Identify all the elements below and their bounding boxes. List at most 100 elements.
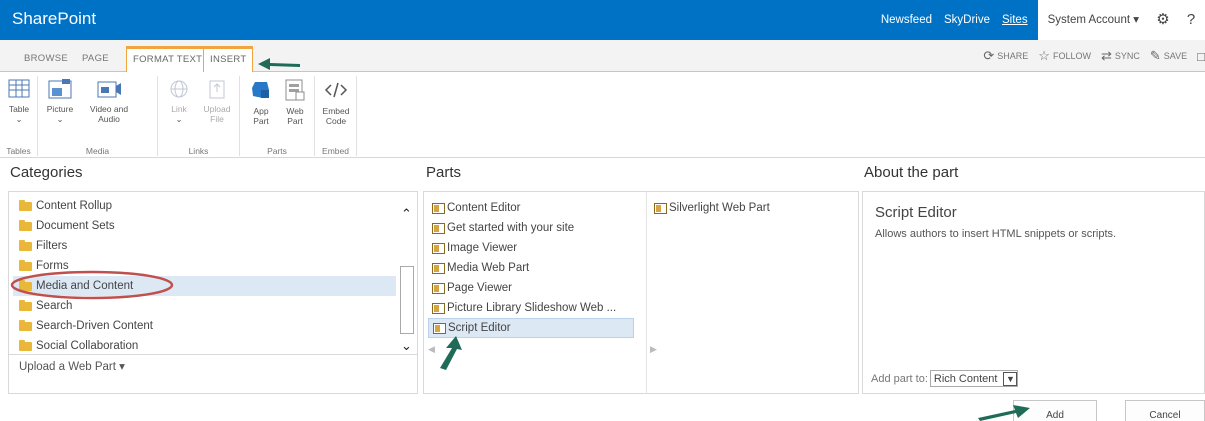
web-part-icon bbox=[654, 202, 667, 214]
add-part-to: Add part to: Rich Content ▼ bbox=[871, 370, 1019, 387]
part-item[interactable]: Picture Library Slideshow Web ... bbox=[428, 298, 634, 318]
app-part-icon bbox=[252, 82, 269, 98]
part-item[interactable]: Media Web Part bbox=[428, 258, 634, 278]
category-item[interactable]: Content Rollup bbox=[13, 196, 396, 216]
group-label-parts: Parts bbox=[267, 146, 287, 156]
part-label: Picture Library Slideshow Web ... bbox=[447, 302, 617, 314]
tab-page[interactable]: PAGE bbox=[76, 48, 115, 72]
star-icon: ☆ bbox=[1038, 48, 1050, 63]
column-divider bbox=[646, 192, 647, 393]
gear-icon[interactable]: ⚙ bbox=[1149, 0, 1177, 40]
account-menu[interactable]: System Account ▾ bbox=[1037, 0, 1149, 40]
folder-icon bbox=[19, 279, 32, 291]
group-label-tables: Tables bbox=[6, 146, 31, 156]
picture-label: Picture bbox=[46, 104, 74, 114]
web-part-icon bbox=[432, 222, 445, 234]
share-action[interactable]: ⟳ SHARE bbox=[983, 48, 1028, 64]
add-part-to-value: Rich Content bbox=[933, 372, 998, 385]
ribbon-group-tables: Table ⌄ Tables bbox=[0, 76, 38, 156]
chevron-down-icon[interactable]: ▼ bbox=[1003, 371, 1018, 386]
add-part-to-select[interactable]: Rich Content ▼ bbox=[929, 370, 1019, 387]
sites-link[interactable]: Sites bbox=[996, 0, 1034, 40]
tab-browse[interactable]: BROWSE bbox=[18, 48, 74, 72]
categories-list: Content Rollup Document Sets Filters For… bbox=[13, 196, 396, 356]
chevron-down-icon[interactable]: ⌄ bbox=[401, 338, 412, 354]
table-icon bbox=[8, 79, 30, 98]
category-item[interactable]: Social Collaboration bbox=[13, 336, 396, 356]
folder-icon bbox=[19, 319, 32, 331]
category-item[interactable]: Forms bbox=[13, 256, 396, 276]
part-item[interactable]: Content Editor bbox=[428, 198, 634, 218]
ribbon-group-embed: Embed Code Embed bbox=[315, 76, 357, 156]
save-action[interactable]: ✎ SAVE bbox=[1150, 48, 1187, 64]
category-item-selected[interactable]: Media and Content bbox=[13, 276, 396, 296]
chevron-up-icon[interactable]: ⌃ bbox=[401, 206, 412, 222]
upload-label: Upload File bbox=[203, 104, 231, 124]
categories-header: Categories bbox=[10, 164, 83, 181]
web-part-label: Web Part bbox=[286, 106, 304, 126]
part-description: Allows authors to insert HTML snippets o… bbox=[875, 228, 1117, 240]
follow-action[interactable]: ☆ FOLLOW bbox=[1038, 48, 1091, 64]
scrollbar-thumb[interactable] bbox=[400, 266, 414, 334]
part-item[interactable]: Page Viewer bbox=[428, 278, 634, 298]
scroll-left-icon[interactable]: ◀ bbox=[428, 344, 435, 355]
part-label: Page Viewer bbox=[447, 282, 512, 294]
share-icon: ⟳ bbox=[983, 48, 995, 63]
about-header: About the part bbox=[864, 164, 959, 181]
app-part-button[interactable]: App Part bbox=[246, 78, 276, 126]
group-label-embed: Embed bbox=[322, 146, 349, 156]
video-audio-button[interactable]: Video and Audio bbox=[84, 78, 134, 124]
parts-header: Parts bbox=[426, 164, 462, 181]
picture-button[interactable]: Picture ⌄ bbox=[42, 78, 78, 124]
web-part-icon bbox=[432, 302, 445, 314]
category-item[interactable]: Search-Driven Content bbox=[13, 316, 396, 336]
table-button[interactable]: Table ⌄ bbox=[4, 78, 34, 124]
sync-action[interactable]: ⇄ SYNC bbox=[1101, 48, 1140, 64]
part-item[interactable]: Silverlight Web Part bbox=[650, 198, 850, 218]
web-part-icon bbox=[432, 282, 445, 294]
embed-code-button[interactable]: Embed Code bbox=[320, 78, 352, 126]
brand-logo[interactable]: SharePoint bbox=[12, 9, 96, 29]
category-item[interactable]: Document Sets bbox=[13, 216, 396, 236]
part-label: Get started with your site bbox=[447, 222, 575, 234]
web-part-icon bbox=[433, 322, 446, 334]
cancel-button[interactable]: Cancel bbox=[1125, 400, 1205, 421]
embed-code-icon bbox=[324, 82, 348, 98]
folder-icon bbox=[19, 299, 32, 311]
category-label: Media and Content bbox=[36, 280, 134, 292]
part-label: Script Editor bbox=[448, 322, 511, 334]
ribbon-tab-row: BROWSE PAGE FORMAT TEXT INSERT ⟳ SHARE ☆ F… bbox=[0, 40, 1205, 73]
ribbon-group-links: Link ⌄ Upload File Links bbox=[158, 76, 240, 156]
folder-icon bbox=[19, 199, 32, 211]
video-label: Video and Audio bbox=[89, 104, 129, 124]
skydrive-link[interactable]: SkyDrive bbox=[938, 0, 996, 40]
upload-web-part-link[interactable]: Upload a Web Part ▾ bbox=[19, 359, 125, 373]
category-item[interactable]: Search bbox=[13, 296, 396, 316]
newsfeed-link[interactable]: Newsfeed bbox=[875, 0, 938, 40]
follow-label: FOLLOW bbox=[1052, 51, 1091, 61]
part-item-selected[interactable]: Script Editor bbox=[428, 318, 634, 338]
web-part-button[interactable]: Web Part bbox=[280, 78, 310, 126]
link-icon bbox=[170, 80, 188, 98]
group-label-media: Media bbox=[85, 146, 110, 156]
category-label: Social Collaboration bbox=[36, 340, 139, 352]
categories-scrollbar[interactable]: ⌃ ⌄ bbox=[399, 196, 415, 354]
focus-icon[interactable]: □ bbox=[1197, 49, 1205, 64]
page-actions: ⟳ SHARE ☆ FOLLOW ⇄ SYNC ✎ SAVE □ bbox=[983, 48, 1205, 64]
save-label: SAVE bbox=[1163, 51, 1188, 61]
link-button[interactable]: Link ⌄ bbox=[164, 78, 194, 124]
part-label: Image Viewer bbox=[447, 242, 518, 254]
upload-file-button[interactable]: Upload File bbox=[200, 78, 234, 124]
part-item[interactable]: Get started with your site bbox=[428, 218, 634, 238]
suite-bar: SharePoint Newsfeed SkyDrive Sites Syste… bbox=[0, 0, 1205, 40]
folder-icon bbox=[19, 339, 32, 351]
folder-icon bbox=[19, 219, 32, 231]
tab-insert[interactable]: INSERT bbox=[203, 46, 254, 73]
scroll-right-icon[interactable]: ▶ bbox=[650, 344, 657, 355]
tab-format-text[interactable]: FORMAT TEXT bbox=[126, 46, 210, 73]
parts-column-2: Silverlight Web Part bbox=[650, 198, 850, 218]
category-item[interactable]: Filters bbox=[13, 236, 396, 256]
add-button[interactable]: Add bbox=[1013, 400, 1097, 421]
help-icon[interactable]: ? bbox=[1177, 0, 1205, 40]
part-item[interactable]: Image Viewer bbox=[428, 238, 634, 258]
